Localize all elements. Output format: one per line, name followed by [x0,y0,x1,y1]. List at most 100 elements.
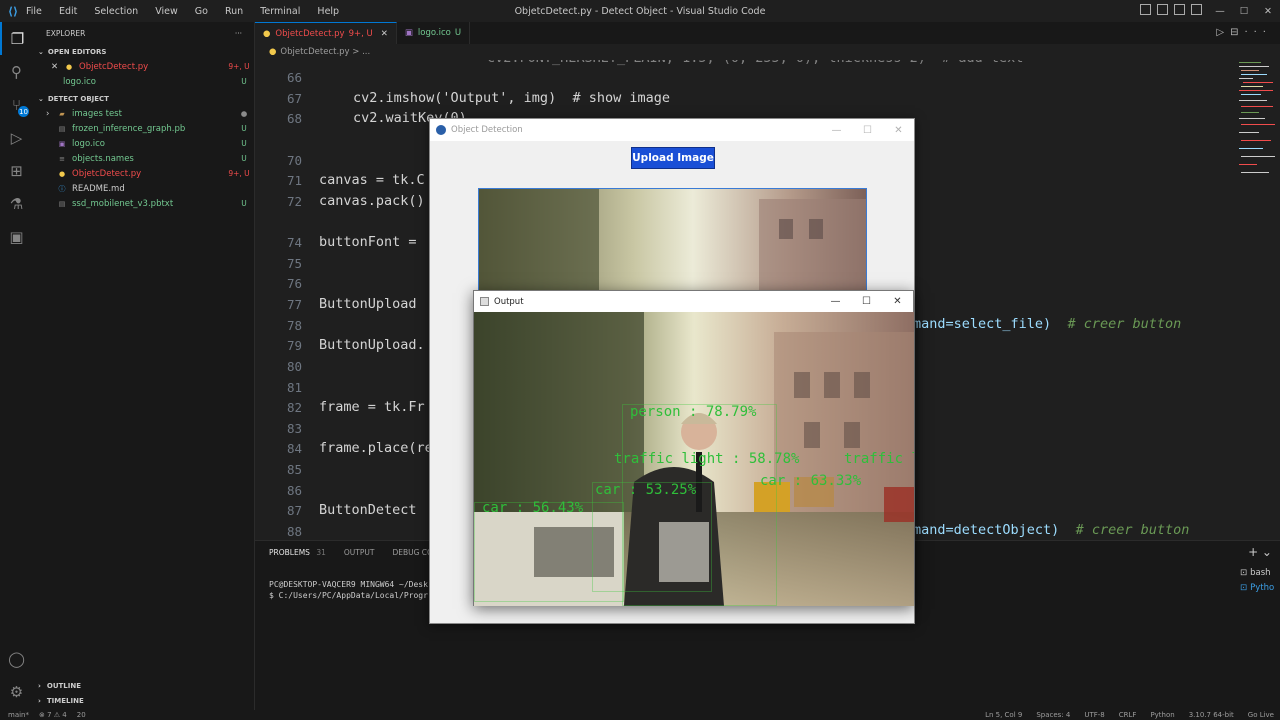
detection-output-image: person : 78.79% traffic light : 58.78% c… [474,312,914,606]
file-status: U [241,139,247,148]
menu-selection[interactable]: Selection [94,6,138,17]
line-number: 70 [286,152,302,168]
folder-section[interactable]: ⌄ DETECT OBJECT [33,91,254,106]
cursor-position[interactable]: Ln 5, Col 9 [985,711,1022,719]
terminal-icon: ⊡ [1240,582,1248,593]
menu-go[interactable]: Go [195,6,208,17]
extensions-icon[interactable]: ⊞ [0,154,33,187]
timeline-section[interactable]: › TIMELINE [33,693,255,708]
file-icon: ▤ [58,199,66,208]
open-editor-item[interactable]: ✕ ● ObjetcDetect.py 9+, U [33,59,254,74]
go-live-button[interactable]: Go Live [1248,711,1274,719]
more-actions-icon[interactable]: ··· [1244,27,1272,38]
python-icon: ● [269,47,277,57]
run-debug-icon[interactable]: ▷ [0,121,33,154]
toggle-panel-icon[interactable] [1157,4,1168,15]
outline-section[interactable]: › OUTLINE [33,678,255,693]
new-terminal-icon[interactable]: + ⌄ [1248,545,1272,559]
file-tree-item[interactable]: › ▰ images test ● [33,106,254,121]
ports-indicator[interactable]: 20 [77,711,86,719]
run-icon[interactable]: ▷ [1216,27,1230,38]
menu-view[interactable]: View [155,6,178,17]
search-icon[interactable]: ⚲ [0,55,33,88]
file-tree-item[interactable]: ▤ frozen_inference_graph.pb U [33,121,254,136]
menu-file[interactable]: File [26,6,42,17]
testing-icon[interactable]: ⚗ [0,187,33,220]
menu-edit[interactable]: Edit [59,6,77,17]
line-ending[interactable]: CRLF [1119,711,1137,719]
terminal-item-bash[interactable]: ⊡ bash [1236,565,1280,580]
code-line: 76 [255,273,302,294]
close-icon[interactable]: ✕ [882,296,913,307]
more-actions-icon[interactable]: ··· [235,29,242,38]
folder-label: DETECT OBJECT [47,94,109,103]
branch-indicator[interactable]: main* [8,711,29,719]
code-line: 77 ButtonUpload [255,294,417,315]
code-line: 74 buttonFont = [255,232,417,253]
activity-bar: ❐ ⚲ ⑂ 10 ▷ ⊞ ⚗ ▣ ◯ ⚙ [0,22,33,710]
language-mode[interactable]: Python [1150,711,1174,719]
code-line: 85 [255,459,302,480]
minimize-icon[interactable]: — [821,125,852,136]
info-icon: ⓘ [58,184,66,193]
minimap[interactable] [1233,60,1280,540]
upload-image-button[interactable]: Upload Image [631,147,715,169]
indentation[interactable]: Spaces: 4 [1036,711,1070,719]
file-status-dot: ● [240,109,248,118]
line-number: 75 [286,255,302,271]
close-icon[interactable]: ✕ [381,29,388,39]
file-tree-item[interactable]: ▤ ssd_mobilenet_v3.pbtxt U [33,196,254,211]
source-control-icon[interactable]: ⑂ 10 [0,88,33,121]
code-line: 71 canvas = tk.C [255,170,425,191]
terminal-output[interactable]: PC@DESKTOP-VAQCER9 MINGW64 ~/Desk $ C:/U… [269,579,428,601]
maximize-icon[interactable]: ☐ [851,296,882,307]
title-bar: ⟨⟩ File Edit Selection View Go Run Termi… [0,0,1280,22]
problems-count-badge: 31 [316,548,326,557]
terminal-item-python[interactable]: ⊡ Pytho [1236,580,1280,595]
code-line: 88 [255,521,302,540]
menu-help[interactable]: Help [317,6,339,17]
menu-run[interactable]: Run [225,6,243,17]
tab-problems[interactable]: PROBLEMS 31 [269,548,326,557]
manage-gear-icon[interactable]: ⚙ [0,675,33,708]
close-icon[interactable]: ✕ [1256,6,1280,17]
menu-terminal[interactable]: Terminal [260,6,300,17]
maximize-icon[interactable]: ☐ [1232,6,1256,17]
file-tree-item[interactable]: ≡ objects.names U [33,151,254,166]
tab-objetcdetect[interactable]: ● ObjetcDetect.py 9+, U ✕ [255,22,397,44]
minimize-icon[interactable]: — [1208,6,1232,17]
tab-output[interactable]: OUTPUT [344,548,375,557]
terminal-icon: ⊡ [1240,567,1248,578]
split-editor-icon[interactable]: ⊟ [1230,27,1244,38]
minimize-icon[interactable]: — [820,296,851,307]
maximize-icon[interactable]: ☐ [852,125,883,136]
file-tree-item[interactable]: ● ObjetcDetect.py 9+, U [33,166,254,181]
chevron-right-icon: › [46,108,50,119]
file-label: frozen_inference_graph.pb [72,123,186,134]
close-icon[interactable]: ✕ [51,62,61,72]
file-label: README.md [72,183,125,194]
problems-indicator[interactable]: ⊗ 7 ⚠ 4 [39,711,67,719]
file-tree-item[interactable]: ▣ logo.ico U [33,136,254,151]
code-text: canvas = tk.C [319,172,425,189]
accounts-icon[interactable]: ◯ [0,642,33,675]
toggle-sidebar-icon[interactable] [1140,4,1151,15]
line-number: 77 [286,296,302,312]
python-interpreter[interactable]: 3.10.7 64-bit [1189,711,1234,719]
code-text: ButtonUpload. [319,337,425,354]
tab-status: 9+, U [348,28,373,39]
explorer-icon[interactable]: ❐ [0,22,33,55]
open-editors-section[interactable]: ⌄ OPEN EDITORS [33,44,254,59]
source-control-badge: 10 [18,106,29,117]
remote-explorer-icon[interactable]: ▣ [0,220,33,253]
chevron-right-icon: › [38,681,41,690]
file-tree-item[interactable]: ⓘ README.md [33,181,254,196]
output-window: Output — ☐ ✕ person: 78.79% traffic lig… [473,290,914,606]
breadcrumb-path[interactable]: ObjetcDetect.py > ... [280,47,370,57]
close-icon[interactable]: ✕ [883,125,914,136]
toggle-secondary-sidebar-icon[interactable] [1174,4,1185,15]
open-editor-item[interactable]: logo.ico U [33,74,254,89]
encoding[interactable]: UTF-8 [1084,711,1104,719]
customize-layout-icon[interactable] [1191,4,1202,15]
tab-logo[interactable]: ▣ logo.ico U [397,22,471,44]
